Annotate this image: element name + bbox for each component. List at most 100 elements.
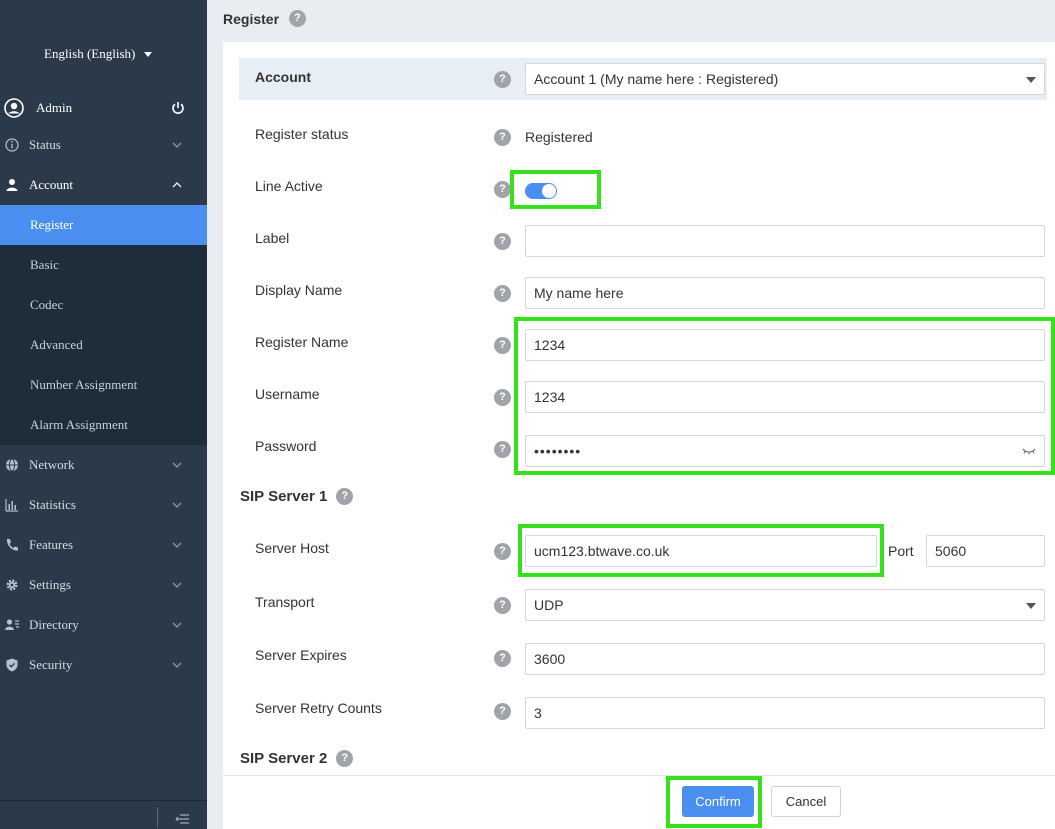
server-host-input[interactable]: ucm123.btwave.co.uk xyxy=(525,535,877,567)
cancel-button[interactable]: Cancel xyxy=(771,786,841,817)
globe-icon xyxy=(6,458,18,472)
sidebar-item-label: Status xyxy=(29,137,61,152)
page-header: Register ? xyxy=(223,10,307,27)
submenu-item-register[interactable]: Register xyxy=(0,205,207,245)
eye-closed-icon[interactable] xyxy=(1022,446,1036,456)
sidebar-item-status[interactable]: Status xyxy=(0,125,207,165)
display-name-label: Display Name xyxy=(255,282,343,298)
submenu-item-advanced[interactable]: Advanced xyxy=(0,325,207,365)
sidebar-item-label: Features xyxy=(29,537,74,552)
user-name: Admin xyxy=(36,100,73,115)
help-icon[interactable]: ? xyxy=(336,488,354,505)
sidebar-item-directory[interactable]: Directory xyxy=(0,605,207,645)
sidebar-item-label: Settings xyxy=(29,577,71,592)
caret-down-icon xyxy=(144,51,153,57)
line-active-label: Line Active xyxy=(255,178,323,194)
submenu-item-number-assignment[interactable]: Number Assignment xyxy=(0,365,207,405)
username-input[interactable]: 1234 xyxy=(525,381,1045,413)
account-submenu: Register Basic Codec Advanced Number Ass… xyxy=(0,205,207,445)
divider xyxy=(157,807,158,827)
account-label: Account xyxy=(255,69,311,85)
register-status-label: Register status xyxy=(255,126,349,142)
display-name-input[interactable]: My name here xyxy=(525,277,1045,309)
transport-label: Transport xyxy=(255,594,315,610)
chevron-down-icon xyxy=(172,142,182,148)
gear-icon xyxy=(6,579,18,591)
sidebar-menu: Status Account Register Basic Codec Adva… xyxy=(0,125,207,685)
chevron-down-icon xyxy=(172,582,182,588)
help-icon[interactable]: ? xyxy=(336,750,354,767)
register-name-input[interactable]: 1234 xyxy=(525,329,1045,361)
submenu-item-codec[interactable]: Codec xyxy=(0,285,207,325)
info-icon xyxy=(5,138,19,152)
help-icon[interactable]: ? xyxy=(494,543,511,560)
sidebar: English (English) Admin Status Account R… xyxy=(0,0,207,829)
server-expires-input[interactable]: 3600 xyxy=(525,643,1045,675)
section-title: SIP Server 1 xyxy=(240,488,328,505)
help-icon[interactable]: ? xyxy=(494,285,511,302)
phone-icon xyxy=(6,539,18,551)
shield-icon xyxy=(6,658,18,672)
toggle-knob xyxy=(542,184,556,198)
transport-select[interactable]: UDP xyxy=(525,589,1045,621)
user-avatar-icon xyxy=(4,98,24,118)
sidebar-item-label: Network xyxy=(29,457,75,472)
password-label: Password xyxy=(255,438,317,454)
sidebar-item-account[interactable]: Account xyxy=(0,165,207,205)
register-status-value: Registered xyxy=(525,129,593,145)
line-active-toggle[interactable] xyxy=(525,183,557,199)
password-value: •••••••• xyxy=(534,443,582,459)
help-icon[interactable]: ? xyxy=(494,233,511,250)
password-input[interactable]: •••••••• xyxy=(525,435,1045,467)
server-host-label: Server Host xyxy=(255,540,329,556)
collapse-menu-icon[interactable] xyxy=(175,813,189,825)
confirm-button[interactable]: Confirm xyxy=(682,786,754,817)
submenu-item-basic[interactable]: Basic xyxy=(0,245,207,285)
sidebar-item-label: Directory xyxy=(29,617,79,632)
port-input[interactable]: 5060 xyxy=(926,535,1045,567)
server-expires-label: Server Expires xyxy=(255,647,347,663)
account-select-value: Account 1 (My name here : Registered) xyxy=(534,71,779,87)
username-label: Username xyxy=(255,386,320,402)
register-name-label: Register Name xyxy=(255,334,349,350)
help-icon[interactable]: ? xyxy=(494,389,511,406)
server-retry-counts-label: Server Retry Counts xyxy=(255,700,382,716)
sidebar-item-statistics[interactable]: Statistics xyxy=(0,485,207,525)
register-form-panel: Account ? Account 1 (My name here : Regi… xyxy=(223,42,1055,829)
help-icon[interactable]: ? xyxy=(494,337,511,354)
help-icon[interactable]: ? xyxy=(494,181,511,198)
user-row: Admin xyxy=(0,93,207,123)
contacts-icon xyxy=(5,619,19,630)
section-title: SIP Server 2 xyxy=(240,750,328,767)
sip-server-2-heading: SIP Server 2 ? xyxy=(240,750,354,767)
submenu-item-alarm-assignment[interactable]: Alarm Assignment xyxy=(0,405,207,445)
main-content: Register ? Account ? Account 1 (My name … xyxy=(207,0,1055,829)
port-label: Port xyxy=(888,543,914,559)
sidebar-item-label: Account xyxy=(29,177,74,192)
caret-down-icon xyxy=(1026,77,1036,83)
account-select[interactable]: Account 1 (My name here : Registered) xyxy=(525,63,1045,95)
page-title: Register xyxy=(223,10,280,27)
sidebar-item-settings[interactable]: Settings xyxy=(0,565,207,605)
chevron-down-icon xyxy=(172,462,182,468)
help-icon[interactable]: ? xyxy=(494,71,511,88)
sidebar-footer xyxy=(0,800,207,829)
language-label: English (English) xyxy=(44,46,136,61)
chevron-down-icon xyxy=(172,542,182,548)
help-icon[interactable]: ? xyxy=(494,129,511,146)
help-icon[interactable]: ? xyxy=(494,597,511,614)
sidebar-item-security[interactable]: Security xyxy=(0,645,207,685)
sip-server-1-heading: SIP Server 1 ? xyxy=(240,488,354,505)
label-field-label: Label xyxy=(255,230,290,246)
server-retry-counts-input[interactable]: 3 xyxy=(525,697,1045,729)
help-icon[interactable]: ? xyxy=(289,10,307,27)
power-icon[interactable] xyxy=(171,101,185,115)
help-icon[interactable]: ? xyxy=(494,650,511,667)
sidebar-item-network[interactable]: Network xyxy=(0,445,207,485)
language-selector[interactable]: English (English) xyxy=(44,46,153,62)
chevron-down-icon xyxy=(172,502,182,508)
sidebar-item-features[interactable]: Features xyxy=(0,525,207,565)
label-input[interactable] xyxy=(525,225,1045,257)
help-icon[interactable]: ? xyxy=(494,703,511,720)
help-icon[interactable]: ? xyxy=(494,441,511,458)
